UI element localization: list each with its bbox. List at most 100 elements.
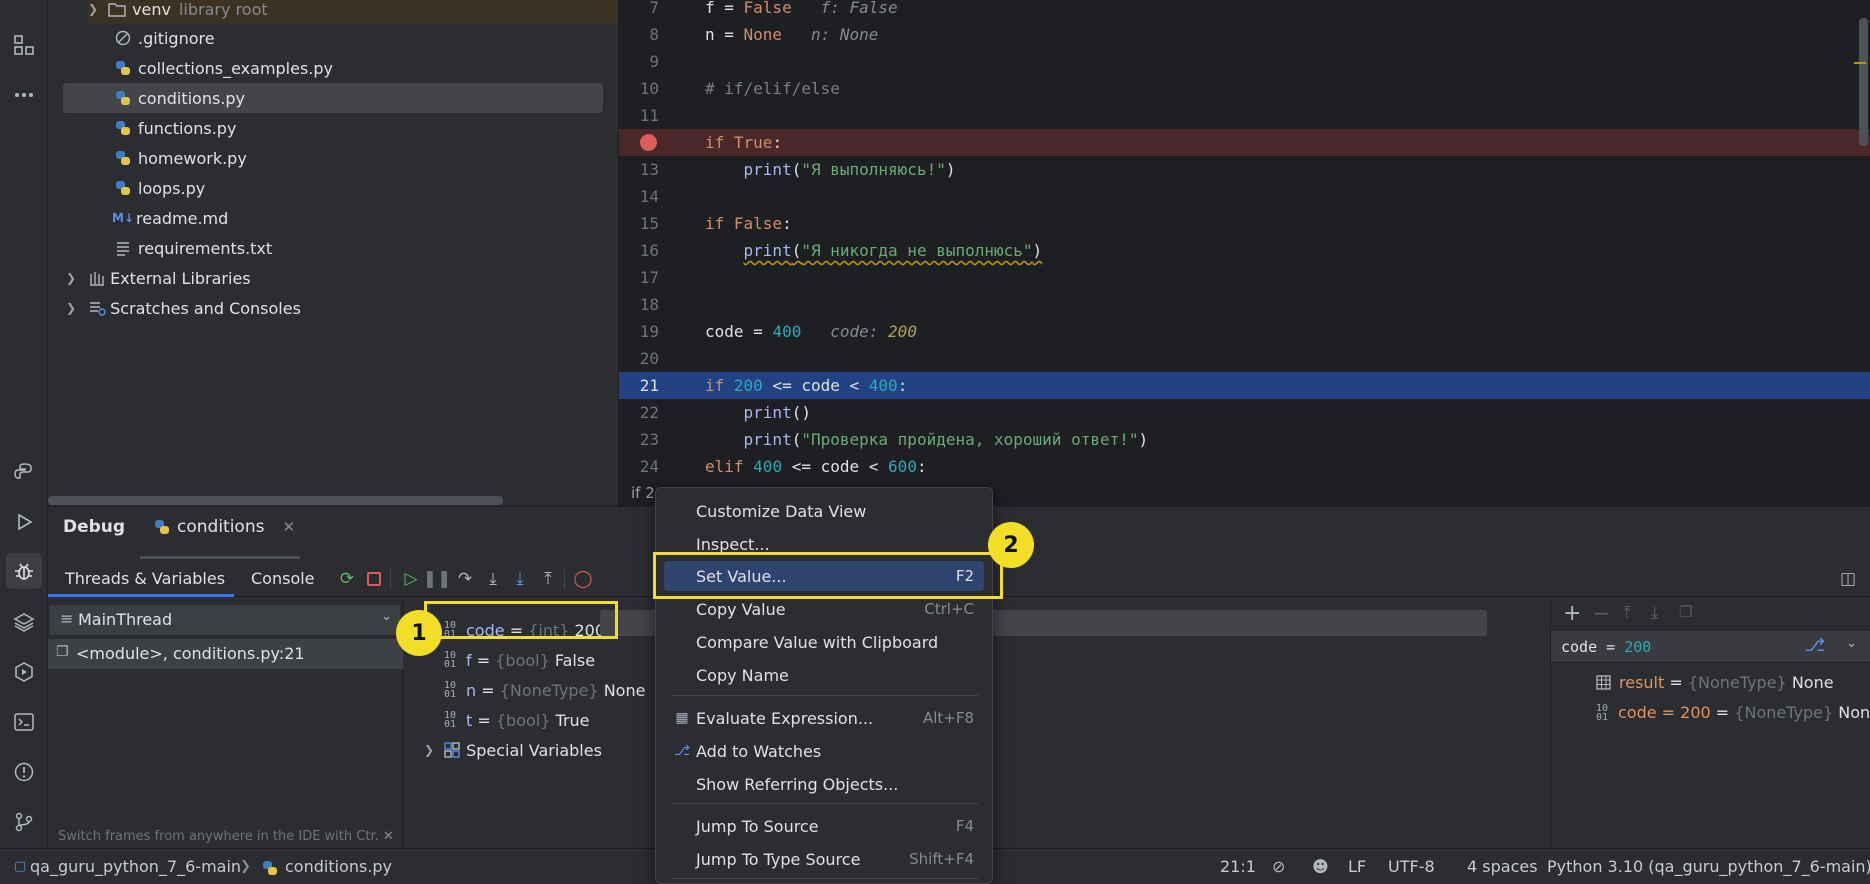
menu-separator bbox=[672, 695, 978, 696]
code-number: 400 bbox=[772, 322, 802, 341]
services-icon[interactable] bbox=[6, 654, 42, 690]
watch-row-result[interactable]: result = {NoneType} None bbox=[1596, 673, 1834, 692]
structure-icon[interactable] bbox=[6, 27, 42, 63]
view-breakpoints-icon[interactable]: ◯ bbox=[571, 567, 595, 591]
variable-row-t[interactable]: 10 01 t = {bool} True bbox=[444, 705, 590, 735]
frames-panel: ≡ MainThread ⌄ ❐ <module>, conditions.py… bbox=[48, 599, 403, 849]
code-token: False bbox=[743, 0, 792, 17]
move-up-icon[interactable]: ⤒ bbox=[1623, 603, 1631, 623]
tree-item-homework[interactable]: homework.py bbox=[114, 143, 247, 173]
tree-item-readme[interactable]: M↓ readme.md bbox=[112, 203, 228, 233]
code-token: f = bbox=[705, 0, 744, 17]
python-file-icon bbox=[116, 61, 130, 75]
debug-icon[interactable] bbox=[6, 553, 42, 589]
line-number: 14 bbox=[639, 187, 659, 206]
menu-item-jump-to-source[interactable]: Jump To Source F4 bbox=[664, 811, 984, 841]
thread-selector[interactable]: ≡ MainThread ⌄ bbox=[50, 605, 400, 635]
watch-row-code[interactable]: 1001 code = 200 = {NoneType} None bbox=[1596, 703, 1870, 722]
menu-item-show-referring-objects[interactable]: Show Referring Objects... bbox=[664, 769, 984, 799]
variable-type: {bool} bbox=[495, 650, 550, 670]
menu-shortcut: Shift+F4 bbox=[909, 850, 974, 868]
tree-item-venv[interactable]: ❯ venv library root bbox=[88, 0, 618, 24]
layout-settings-icon[interactable]: ◫ bbox=[1836, 567, 1860, 591]
tab-conditions[interactable]: conditions ✕ bbox=[153, 517, 295, 537]
code-token: : bbox=[916, 457, 927, 476]
code-number: 400 bbox=[868, 376, 898, 395]
tree-item-scratches[interactable]: ❯ Scratches and Consoles bbox=[66, 293, 301, 323]
special-variables-row[interactable]: ❯ Special Variables bbox=[424, 735, 602, 765]
status-indent[interactable]: 4 spaces bbox=[1467, 857, 1538, 876]
inspection-off-icon[interactable]: ⊘ bbox=[1272, 857, 1285, 876]
status-file[interactable]: conditions.py bbox=[285, 857, 392, 876]
python-file-icon bbox=[155, 520, 169, 534]
close-icon[interactable]: ✕ bbox=[282, 518, 295, 536]
variable-value: False bbox=[554, 650, 596, 670]
step-out-icon[interactable]: ⤒ bbox=[536, 567, 560, 591]
code-token: code = bbox=[705, 322, 773, 341]
add-watch-icon[interactable]: + bbox=[1563, 601, 1581, 626]
tree-item-conditions[interactable]: conditions.py bbox=[63, 83, 603, 113]
add-to-watches-icon[interactable]: ⎇ bbox=[1804, 635, 1825, 656]
menu-shortcut: Ctrl+C bbox=[924, 600, 974, 618]
editor-vertical-scrollbar[interactable] bbox=[1859, 18, 1868, 146]
menu-item-jump-to-type-source[interactable]: Jump To Type Source Shift+F4 bbox=[664, 844, 984, 874]
status-encoding[interactable]: UTF-8 bbox=[1388, 857, 1435, 876]
text-file-icon bbox=[117, 242, 129, 256]
chevron-right-icon: ❯ bbox=[88, 2, 99, 16]
line-number: 10 bbox=[639, 79, 659, 98]
tree-item-external-libraries[interactable]: ❯ External Libraries bbox=[66, 263, 251, 293]
breakpoint-line: 12if True: bbox=[619, 129, 1870, 156]
tree-item-collections-examples[interactable]: collections_examples.py bbox=[114, 53, 333, 83]
layers-icon[interactable] bbox=[6, 604, 42, 640]
tree-item-loops[interactable]: loops.py bbox=[114, 173, 205, 203]
problems-icon[interactable] bbox=[6, 754, 42, 790]
step-over-icon[interactable]: ↷ bbox=[453, 567, 477, 591]
chevron-down-icon[interactable]: ⌄ bbox=[1846, 636, 1857, 651]
close-icon[interactable]: ✕ bbox=[383, 829, 394, 844]
step-into-my-code-icon[interactable]: ⤓ bbox=[508, 567, 532, 591]
variable-icon: 10 01 bbox=[1596, 702, 1609, 723]
menu-item-evaluate-expression[interactable]: ▦ Evaluate Expression... Alt+F8 bbox=[664, 703, 984, 733]
watch-type: {NoneType} bbox=[1734, 703, 1834, 722]
status-project[interactable]: qa_guru_python_7_6-main bbox=[30, 857, 241, 876]
status-interpreter[interactable]: Python 3.10 (qa_guru_python_7_6-main) bbox=[1547, 857, 1870, 876]
tab-threads-variables[interactable]: Threads & Variables bbox=[65, 569, 225, 588]
status-caret-position[interactable]: 21:1 bbox=[1220, 857, 1256, 876]
tree-item-functions[interactable]: functions.py bbox=[114, 113, 236, 143]
stop-icon[interactable] bbox=[362, 567, 386, 591]
project-horizontal-scrollbar[interactable] bbox=[48, 496, 503, 505]
pause-icon[interactable]: ❚❚ bbox=[423, 567, 452, 591]
warning-marker[interactable] bbox=[1854, 62, 1866, 64]
remove-watch-icon[interactable]: − bbox=[1593, 601, 1610, 625]
ai-assistant-icon[interactable]: ☻ bbox=[1312, 857, 1329, 876]
rerun-icon[interactable]: ⟳ bbox=[335, 567, 359, 591]
menu-shortcut: F4 bbox=[955, 817, 974, 835]
breakpoint-icon[interactable] bbox=[640, 134, 657, 151]
terminal-icon[interactable] bbox=[6, 704, 42, 740]
step-into-icon[interactable]: ⤓ bbox=[481, 567, 505, 591]
variable-icon: 10 01 bbox=[444, 710, 457, 730]
code-editor[interactable]: 7f = False f: False 8n = None n: None 9 … bbox=[619, 0, 1870, 479]
python-console-icon[interactable] bbox=[6, 454, 42, 490]
breadcrumb-item[interactable]: if 2 bbox=[631, 484, 655, 502]
watch-expression-field[interactable]: code = 200 ⎇ ⌄ bbox=[1551, 631, 1870, 663]
move-down-icon[interactable]: ⤓ bbox=[1651, 603, 1659, 623]
code-token: print bbox=[743, 430, 792, 449]
resume-icon[interactable]: ▷ bbox=[399, 567, 423, 591]
menu-item-customize-data-view[interactable]: Customize Data View bbox=[664, 496, 984, 526]
menu-item-copy-name[interactable]: Copy Name bbox=[664, 660, 984, 690]
tree-item-requirements[interactable]: requirements.txt bbox=[114, 233, 272, 263]
stack-frame[interactable]: ❐ <module>, conditions.py:21 bbox=[48, 639, 403, 669]
variable-row-f[interactable]: 10 01 f = {bool} False bbox=[444, 645, 595, 675]
equals-sign: = bbox=[1669, 673, 1683, 692]
variable-row-n[interactable]: 10 01 n = {NoneType} None bbox=[444, 675, 645, 705]
tree-item-gitignore[interactable]: .gitignore bbox=[114, 23, 215, 53]
menu-item-add-to-watches[interactable]: ⎇ Add to Watches bbox=[664, 736, 984, 766]
menu-item-compare-value[interactable]: Compare Value with Clipboard bbox=[664, 627, 984, 657]
tab-console[interactable]: Console bbox=[251, 569, 315, 588]
duplicate-watch-icon[interactable]: ❐ bbox=[1679, 603, 1692, 621]
more-tools-icon[interactable] bbox=[6, 77, 42, 113]
run-icon[interactable] bbox=[6, 504, 42, 540]
status-line-separator[interactable]: LF bbox=[1348, 857, 1366, 876]
git-icon[interactable] bbox=[6, 804, 42, 840]
